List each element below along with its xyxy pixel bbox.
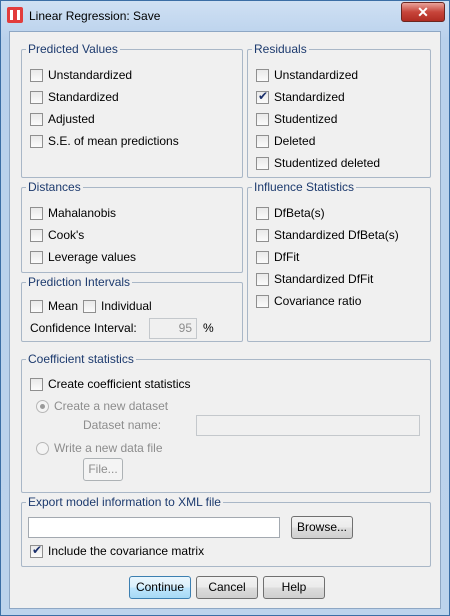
dialog-body: Predicted Values Unstandardized Standard… (9, 31, 441, 609)
standardized-dfbeta-checkbox[interactable] (256, 229, 269, 242)
option-label: Standardized DfBeta(s) (274, 228, 399, 242)
create-coefficient-checkbox[interactable] (30, 378, 43, 391)
option-label: Adjusted (48, 112, 95, 126)
residuals-group: Residuals Unstandardized Standardized St… (247, 42, 431, 178)
covariance-ratio-checkbox[interactable] (256, 295, 269, 308)
mean-checkbox[interactable] (30, 300, 43, 313)
coefficient-statistics-group: Coefficient statistics Create coefficien… (21, 352, 431, 493)
influence-statistics-legend: Influence Statistics (252, 180, 357, 194)
option-label: Unstandardized (48, 68, 133, 82)
cooks-checkbox[interactable] (30, 229, 43, 242)
cancel-button[interactable]: Cancel (196, 576, 258, 599)
option-label: Deleted (274, 134, 316, 148)
predicted-unstandardized-checkbox[interactable] (30, 69, 43, 82)
dfbeta-checkbox[interactable] (256, 207, 269, 220)
continue-button[interactable]: Continue (129, 576, 191, 599)
window-title: Linear Regression: Save (29, 9, 161, 23)
include-covariance-checkbox[interactable] (30, 543, 43, 558)
export-xml-legend: Export model information to XML file (26, 495, 223, 509)
help-button[interactable]: Help (263, 576, 325, 599)
option-label: Mahalanobis (48, 206, 117, 220)
residual-studentized-deleted-checkbox[interactable] (256, 157, 269, 170)
spss-app-icon (7, 7, 23, 23)
option-label: Unstandardized (274, 68, 359, 82)
dffit-checkbox[interactable] (256, 251, 269, 264)
residual-standardized-checkbox[interactable] (256, 89, 269, 104)
xml-file-path-input[interactable] (28, 517, 280, 538)
individual-checkbox[interactable] (83, 300, 96, 313)
leverage-checkbox[interactable] (30, 251, 43, 264)
predicted-se-checkbox[interactable] (30, 135, 43, 148)
option-label: Leverage values (48, 250, 137, 264)
residuals-legend: Residuals (252, 42, 309, 56)
influence-statistics-group: Influence Statistics DfBeta(s) Standardi… (247, 180, 431, 342)
dataset-name-field[interactable] (196, 415, 420, 436)
option-label: Covariance ratio (274, 294, 362, 308)
option-label: Cook's (48, 228, 85, 242)
option-label: Create a new dataset (54, 399, 169, 413)
browse-button[interactable]: Browse... (291, 516, 353, 539)
option-label: Standardized (274, 90, 345, 104)
option-label: Include the covariance matrix (48, 544, 205, 558)
predicted-values-group: Predicted Values Unstandardized Standard… (21, 42, 243, 178)
predicted-standardized-checkbox[interactable] (30, 91, 43, 104)
option-label: Mean (48, 299, 79, 313)
confidence-interval-field[interactable]: 95 (149, 318, 197, 339)
option-label: Create coefficient statistics (48, 377, 191, 391)
mahalanobis-checkbox[interactable] (30, 207, 43, 220)
option-label: Studentized (274, 112, 338, 126)
percent-sign: % (203, 321, 214, 335)
coefficient-statistics-legend: Coefficient statistics (26, 352, 136, 366)
title-bar[interactable]: Linear Regression: Save ✕ (1, 1, 449, 31)
prediction-intervals-group: Prediction Intervals Mean Individual Con… (21, 275, 243, 342)
dataset-name-label: Dataset name: (83, 418, 162, 432)
option-label: Studentized deleted (274, 156, 381, 170)
option-label: S.E. of mean predictions (48, 134, 179, 148)
new-data-file-radio[interactable] (36, 442, 49, 455)
predicted-adjusted-checkbox[interactable] (30, 113, 43, 126)
close-button[interactable]: ✕ (401, 2, 445, 22)
confidence-interval-label: Confidence Interval: (30, 321, 137, 335)
standardized-dffit-checkbox[interactable] (256, 273, 269, 286)
option-label: DfBeta(s) (274, 206, 325, 220)
dialog-window: Linear Regression: Save ✕ Predicted Valu… (0, 0, 450, 616)
residual-unstandardized-checkbox[interactable] (256, 69, 269, 82)
predicted-values-legend: Predicted Values (26, 42, 120, 56)
option-label: Standardized DfFit (274, 272, 374, 286)
file-button[interactable]: File... (83, 458, 123, 481)
residual-studentized-checkbox[interactable] (256, 113, 269, 126)
option-label: DfFit (274, 250, 300, 264)
distances-legend: Distances (26, 180, 83, 194)
export-xml-group: Export model information to XML file Bro… (21, 495, 431, 567)
distances-group: Distances Mahalanobis Cook's Leverage va… (21, 180, 243, 273)
residual-deleted-checkbox[interactable] (256, 135, 269, 148)
new-dataset-radio[interactable] (36, 400, 49, 413)
prediction-intervals-legend: Prediction Intervals (26, 275, 133, 289)
option-label: Standardized (48, 90, 119, 104)
option-label: Individual (101, 299, 152, 313)
option-label: Write a new data file (54, 441, 163, 455)
